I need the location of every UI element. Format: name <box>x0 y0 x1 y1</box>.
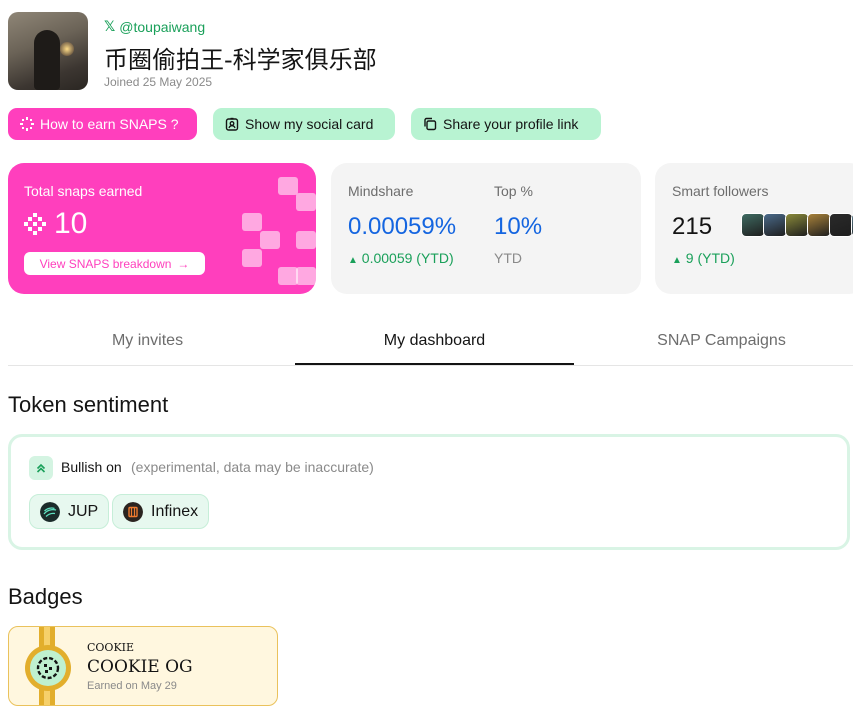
badge-cookie-og[interactable]: COOKIE COOKIE OG Earned on May 29 <box>8 626 278 706</box>
tab-snap-campaigns[interactable]: SNAP Campaigns <box>582 318 853 364</box>
id-card-icon <box>225 117 239 131</box>
mindshare-card: Mindshare 0.00059% ▲ 0.00059 (YTD) Top %… <box>331 163 641 294</box>
token-chip-jup[interactable]: JUP <box>29 494 110 529</box>
badge-brand: COOKIE <box>87 641 135 654</box>
double-chevron-up-icon <box>29 456 53 480</box>
token-name: Infinex <box>151 502 199 520</box>
total-snaps-label: Total snaps earned <box>24 183 143 199</box>
tabs-divider <box>8 365 853 366</box>
triangle-up-icon: ▲ <box>672 255 682 266</box>
view-breakdown-label: View SNAPS breakdown <box>39 256 172 271</box>
total-snaps-value-row: 10 <box>24 207 87 241</box>
mindshare-label: Mindshare <box>348 183 414 199</box>
mindshare-change: ▲ 0.00059 (YTD) <box>348 250 454 266</box>
sparkle-icon <box>20 117 34 131</box>
share-link-label: Share your profile link <box>443 116 579 132</box>
social-card-label: Show my social card <box>245 116 374 132</box>
token-chip-infinex[interactable]: Infinex <box>112 494 210 529</box>
profile-avatar <box>8 12 88 90</box>
copy-icon <box>424 117 437 131</box>
token-name: JUP <box>68 502 99 520</box>
total-snaps-card: Total snaps earned 10 View SNAPS breakdo… <box>8 163 316 294</box>
smart-follower-avatar[interactable] <box>763 213 787 237</box>
smart-followers-label: Smart followers <box>672 183 769 199</box>
triangle-up-icon: ▲ <box>348 255 358 266</box>
smart-followers-change: ▲ 9 (YTD) <box>672 250 735 266</box>
snaps-sparkle-icon <box>24 213 46 235</box>
badges-title: Badges <box>8 584 83 609</box>
token-sentiment-panel: Bullish on (experimental, data may be in… <box>8 434 850 550</box>
smart-follower-avatar[interactable] <box>785 213 809 237</box>
smart-followers-card: Smart followers 215 ▲ 9 (YTD) <box>655 163 853 294</box>
top-percent-period: YTD <box>494 250 522 266</box>
badge-earned-date: Earned on May 29 <box>87 680 177 692</box>
x-logo-icon: 𝕏 <box>104 18 116 34</box>
badge-title: COOKIE OG <box>87 657 193 677</box>
how-to-earn-label: How to earn SNAPS ? <box>40 116 179 132</box>
x-handle-link[interactable]: 𝕏 @toupaiwang <box>104 18 205 35</box>
tab-my-dashboard[interactable]: My dashboard <box>295 318 574 364</box>
smart-followers-value: 215 <box>672 213 713 240</box>
smart-follower-avatar[interactable] <box>829 213 853 237</box>
active-tab-indicator <box>295 363 574 365</box>
show-social-card-button[interactable]: Show my social card <box>213 108 395 140</box>
tab-my-invites[interactable]: My invites <box>8 318 287 364</box>
token-sentiment-title: Token sentiment <box>8 392 169 417</box>
arrow-right-icon: → <box>177 256 190 271</box>
top-percent-value: 10% <box>494 213 543 240</box>
smart-follower-avatar[interactable] <box>741 213 765 237</box>
infinex-token-icon <box>123 501 143 522</box>
how-to-earn-button[interactable]: How to earn SNAPS ? <box>8 108 197 140</box>
share-profile-link-button[interactable]: Share your profile link <box>411 108 601 140</box>
mindshare-value: 0.00059% <box>348 213 457 240</box>
bullish-note: (experimental, data may be inaccurate) <box>131 459 374 475</box>
display-name: 币圈偷拍王-科学家俱乐部 <box>104 46 377 74</box>
jup-token-icon <box>40 501 60 522</box>
smart-follower-avatar[interactable] <box>807 213 831 237</box>
top-percent-label: Top % <box>494 183 533 199</box>
total-snaps-value: 10 <box>54 207 88 240</box>
cookie-medal-icon <box>25 645 71 691</box>
bullish-label: Bullish on <box>61 459 122 475</box>
joined-date: Joined 25 May 2025 <box>104 75 213 89</box>
view-snaps-breakdown-button[interactable]: View SNAPS breakdown → <box>24 252 205 275</box>
handle-text: @toupaiwang <box>119 18 206 35</box>
